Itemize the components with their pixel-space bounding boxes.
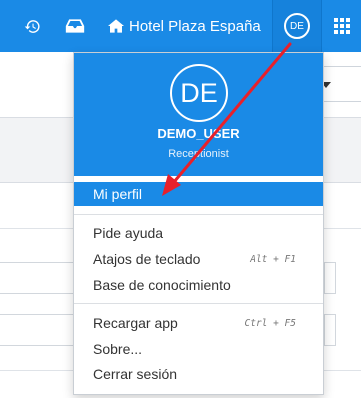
menu-item-knowledge-base[interactable]: Base de conocimiento — [74, 273, 323, 297]
history-button[interactable] — [17, 0, 47, 52]
shortcut-hint: Alt + F1 — [250, 253, 296, 265]
shortcut-hint: Ctrl + F5 — [244, 317, 296, 329]
history-icon — [24, 19, 40, 33]
apps-grid-icon — [334, 18, 350, 34]
inbox-icon — [65, 19, 85, 33]
menu-item-reload-app[interactable]: Recargar app Ctrl + F5 — [74, 311, 323, 335]
menu-divider — [74, 214, 323, 215]
hotel-name: Hotel Plaza España — [129, 17, 261, 35]
input-field[interactable] — [324, 314, 336, 346]
input-field[interactable] — [0, 314, 74, 346]
avatar: DE — [284, 13, 310, 39]
apps-button[interactable] — [323, 0, 361, 52]
user-dropdown-menu: DE DEMO_USER Receptionist Mi perfil Pide… — [73, 52, 324, 395]
menu-divider — [74, 303, 323, 304]
menu-item-about[interactable]: Sobre... — [74, 337, 323, 361]
input-field[interactable] — [0, 262, 74, 294]
menu-item-my-profile[interactable]: Mi perfil — [74, 182, 323, 206]
home-icon — [108, 19, 124, 33]
inbox-button[interactable] — [57, 0, 93, 52]
menu-item-logout[interactable]: Cerrar sesión — [74, 362, 323, 386]
user-menu-toggle[interactable]: DE — [272, 0, 322, 52]
avatar-large: DE — [170, 64, 228, 122]
top-navbar: Hotel Plaza España DE — [0, 0, 361, 52]
hotel-selector[interactable]: Hotel Plaza España — [108, 0, 268, 52]
menu-item-help[interactable]: Pide ayuda — [74, 221, 323, 245]
menu-item-keyboard-shortcuts[interactable]: Atajos de teclado Alt + F1 — [74, 247, 323, 271]
user-name: DEMO_USER — [157, 126, 240, 141]
user-role: Receptionist — [168, 148, 229, 160]
user-profile-header: DE DEMO_USER Receptionist — [74, 53, 323, 176]
input-field[interactable] — [324, 262, 336, 294]
